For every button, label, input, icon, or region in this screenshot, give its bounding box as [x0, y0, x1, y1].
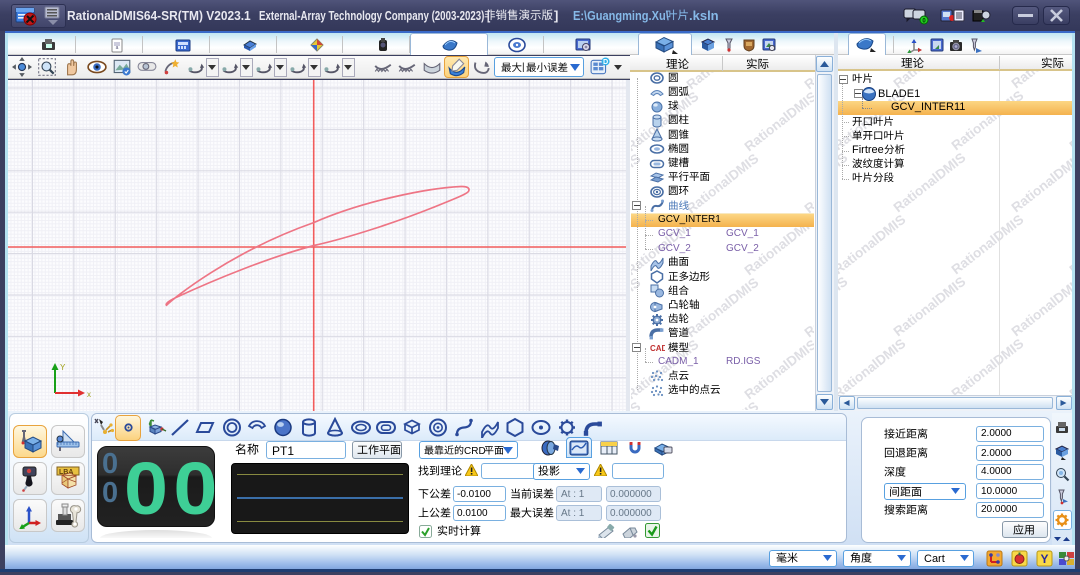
svg-text:a: a — [116, 45, 119, 51]
svg-text:x: x — [87, 390, 91, 399]
svg-text:Y: Y — [1040, 552, 1048, 566]
svg-text:CAD: CAD — [650, 344, 665, 353]
svg-text:Y: Y — [60, 363, 66, 372]
svg-text:D: D — [603, 57, 608, 66]
